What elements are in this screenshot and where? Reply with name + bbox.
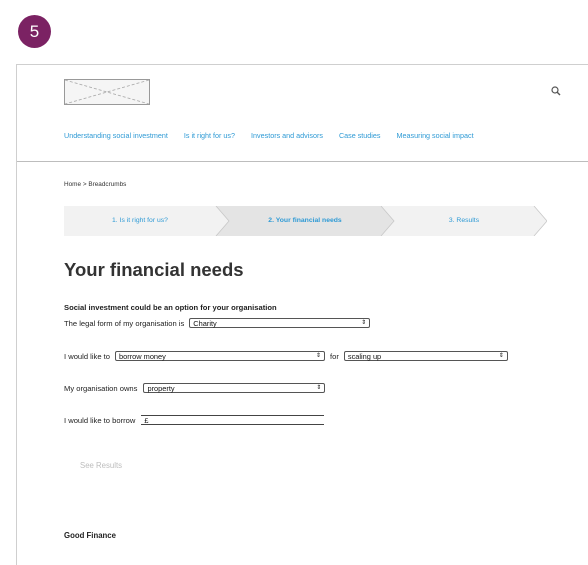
for-value: scaling up: [347, 351, 382, 361]
owns-select[interactable]: property ⇕: [143, 383, 326, 393]
legal-form-label: The legal form of my organisation is: [64, 318, 185, 328]
see-results-button[interactable]: See Results: [80, 461, 122, 470]
select-arrows-icon: ⇕: [361, 320, 367, 326]
nav-item-case-studies[interactable]: Case studies: [339, 131, 381, 140]
search-icon[interactable]: [550, 85, 562, 97]
legal-form-row: The legal form of my organisation is Cha…: [64, 318, 371, 328]
legal-form-select[interactable]: Charity ⇕: [189, 318, 371, 328]
purpose-row: I would like to borrow money ⇕ for scali…: [64, 351, 508, 361]
borrow-label: I would like to borrow: [64, 415, 136, 425]
for-label: for: [330, 351, 339, 361]
page-frame: Understanding social investment Is it ri…: [16, 64, 588, 565]
nav-item-measuring-impact[interactable]: Measuring social impact: [397, 131, 474, 140]
like-to-value: borrow money: [119, 351, 166, 361]
select-arrows-icon: ⇕: [316, 385, 322, 391]
owns-value: property: [147, 383, 175, 393]
borrow-row: I would like to borrow: [64, 415, 325, 425]
nav-item-right-for-us[interactable]: Is it right for us?: [184, 131, 235, 140]
nav-divider: [17, 161, 588, 162]
page-title: Your financial needs: [64, 259, 244, 280]
step-1-label[interactable]: 1. Is it right for us?: [64, 206, 216, 236]
logo-placeholder-icon[interactable]: [64, 79, 150, 105]
like-to-label: I would like to: [64, 351, 111, 361]
footer-title: Good Finance: [64, 531, 116, 540]
borrow-amount-input[interactable]: [141, 415, 325, 425]
main-nav: Understanding social investment Is it ri…: [64, 131, 490, 140]
progress-steps: 1. Is it right for us? 2. Your financial…: [64, 206, 547, 236]
nav-item-understanding[interactable]: Understanding social investment: [64, 131, 168, 140]
for-select[interactable]: scaling up ⇕: [343, 351, 508, 361]
owns-label: My organisation owns: [64, 383, 138, 393]
form-subheading: Social investment could be an option for…: [64, 303, 277, 312]
legal-form-value: Charity: [193, 318, 217, 328]
breadcrumb[interactable]: Home > Breadcrumbs: [64, 181, 126, 188]
owns-row: My organisation owns property ⇕: [64, 383, 326, 393]
step-number-badge: 5: [18, 15, 51, 48]
step-2-label[interactable]: 2. Your financial needs: [229, 206, 381, 236]
nav-item-investors[interactable]: Investors and advisors: [251, 131, 323, 140]
step-3-label[interactable]: 3. Results: [394, 206, 534, 236]
select-arrows-icon: ⇕: [315, 353, 322, 359]
like-to-select[interactable]: borrow money ⇕: [115, 351, 326, 361]
select-arrows-icon: ⇕: [498, 353, 504, 359]
